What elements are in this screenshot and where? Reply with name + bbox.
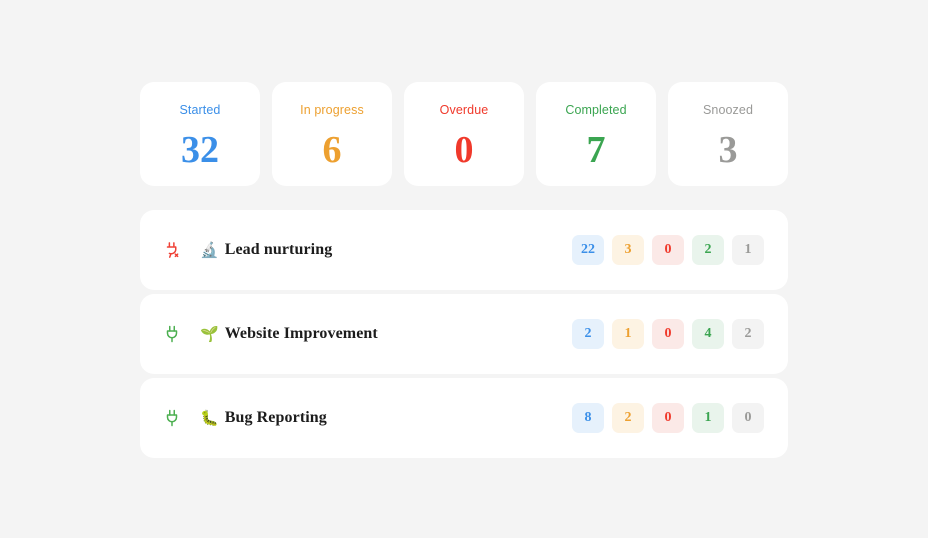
stat-label: Snoozed bbox=[702, 103, 754, 117]
project-row[interactable]: 🐛 Bug Reporting 8 2 0 1 0 bbox=[140, 378, 788, 458]
badge-in-progress[interactable]: 1 bbox=[612, 319, 644, 349]
badge-completed[interactable]: 1 bbox=[692, 403, 724, 433]
seedling-emoji: 🌱 bbox=[200, 325, 219, 343]
project-badges: 22 3 0 2 1 bbox=[572, 235, 764, 265]
badge-overdue[interactable]: 0 bbox=[652, 403, 684, 433]
stat-card-snoozed[interactable]: Snoozed 3 bbox=[668, 82, 788, 186]
stat-card-overdue[interactable]: Overdue 0 bbox=[404, 82, 524, 186]
stat-value: 32 bbox=[181, 128, 219, 171]
badge-overdue[interactable]: 0 bbox=[652, 235, 684, 265]
badge-snoozed[interactable]: 0 bbox=[732, 403, 764, 433]
stat-card-completed[interactable]: Completed 7 bbox=[536, 82, 656, 186]
badge-started[interactable]: 8 bbox=[572, 403, 604, 433]
plug-connected-icon[interactable] bbox=[162, 324, 182, 344]
stat-card-started[interactable]: Started 32 bbox=[140, 82, 260, 186]
bug-emoji: 🐛 bbox=[200, 409, 219, 427]
badge-started[interactable]: 22 bbox=[572, 235, 604, 265]
project-badges: 21042 bbox=[572, 319, 764, 349]
badge-snoozed[interactable]: 1 bbox=[732, 235, 764, 265]
badge-started[interactable]: 2 bbox=[572, 319, 604, 349]
plug-disconnected-icon[interactable] bbox=[162, 240, 182, 260]
project-row[interactable]: 🌱 Website Improvement 2 1 0 4 2 bbox=[140, 294, 788, 374]
stat-label: Overdue bbox=[439, 103, 489, 117]
project-badges: 82010 bbox=[572, 403, 764, 433]
stat-value: 0 bbox=[454, 128, 474, 171]
project-row-left: 🌱 Website Improvement bbox=[162, 324, 572, 344]
stat-label: In progress bbox=[300, 103, 364, 117]
project-title: Website Improvement bbox=[224, 325, 378, 342]
badge-completed[interactable]: 2 bbox=[692, 235, 724, 265]
badge-in-progress[interactable]: 2 bbox=[612, 403, 644, 433]
badge-in-progress[interactable]: 3 bbox=[612, 235, 644, 265]
stat-value: 3 bbox=[718, 128, 738, 171]
badge-overdue[interactable]: 0 bbox=[652, 319, 684, 349]
project-row[interactable]: 🔬 Lead nurturing 22 3 0 2 1 bbox=[140, 210, 788, 290]
stat-value: 7 bbox=[586, 128, 606, 171]
project-title: Lead nurturing bbox=[224, 241, 333, 258]
stat-card-in-progress[interactable]: In progress 6 bbox=[272, 82, 392, 186]
stat-value: 6 bbox=[322, 128, 342, 171]
microscope-emoji: 🔬 bbox=[200, 241, 219, 259]
summary-stats-row: Started 32 In progress 6 Overdue 0 Completed 7 S… bbox=[140, 82, 788, 186]
project-title: Bug Reporting bbox=[224, 409, 327, 426]
plug-connected-icon[interactable] bbox=[162, 408, 182, 428]
dashboard-page: Started 32 In progress 6 Overdue 0 Completed 7 S… bbox=[0, 0, 928, 538]
stat-label: Started bbox=[179, 103, 221, 117]
project-row-left: 🐛 Bug Reporting bbox=[162, 408, 572, 428]
stat-label: Completed bbox=[565, 103, 627, 117]
project-list: 🔬 Lead nurturing 22 3 0 2 1 🌱 Website Improvemen… bbox=[140, 210, 788, 458]
badge-snoozed[interactable]: 2 bbox=[732, 319, 764, 349]
badge-completed[interactable]: 4 bbox=[692, 319, 724, 349]
project-row-left: 🔬 Lead nurturing bbox=[162, 240, 572, 260]
